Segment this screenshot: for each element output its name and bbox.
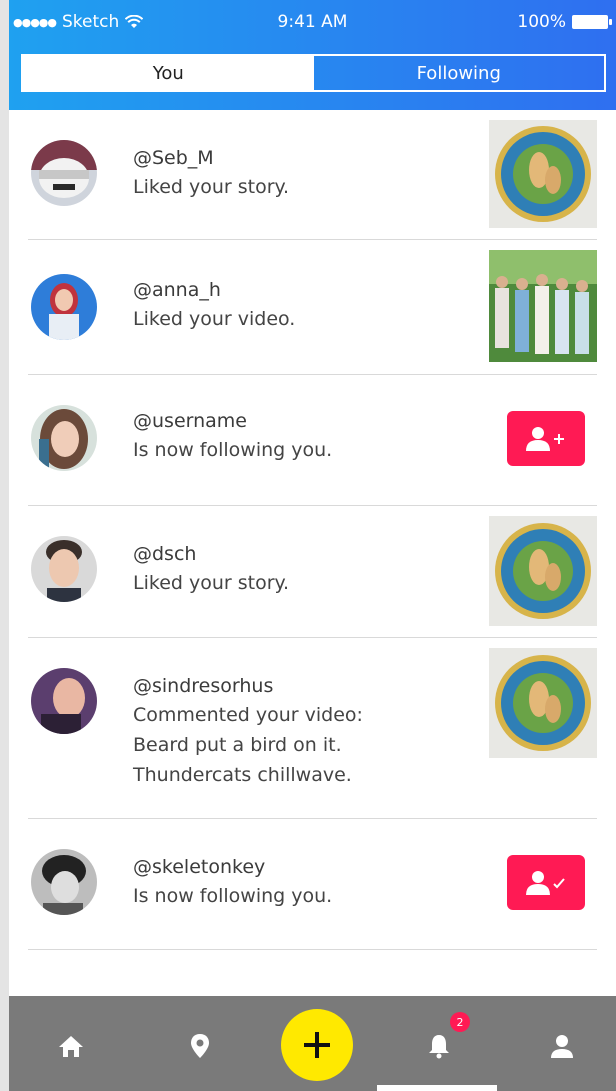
- add-icon: [304, 1032, 330, 1058]
- home-icon: [59, 1036, 83, 1057]
- username[interactable]: @username: [133, 407, 332, 435]
- story-thumbnail[interactable]: [489, 120, 597, 228]
- bottom-tab-bar: 2: [9, 996, 616, 1091]
- location-pin-icon: [191, 1034, 209, 1058]
- location-tab[interactable]: [180, 1026, 220, 1066]
- list-item[interactable]: @username Is now following you.: [28, 375, 597, 506]
- username[interactable]: @Seb_M: [133, 144, 289, 172]
- avatar[interactable]: [31, 405, 97, 471]
- header: ●●●●● Sketch 9:41 AM 100% You Following: [9, 0, 616, 110]
- app-screen: ●●●●● Sketch 9:41 AM 100% You Following: [9, 0, 616, 1091]
- add-user-icon: [526, 426, 564, 451]
- battery-percent: 100%: [517, 12, 566, 32]
- avatar[interactable]: [31, 668, 97, 734]
- username[interactable]: @skeletonkey: [133, 853, 332, 881]
- username[interactable]: @anna_h: [133, 276, 295, 304]
- tab-you[interactable]: You: [23, 56, 314, 90]
- video-thumbnail[interactable]: [489, 648, 597, 758]
- video-thumbnail[interactable]: [489, 250, 597, 362]
- notification-text: @username Is now following you.: [133, 407, 332, 465]
- user-check-icon: [526, 870, 565, 895]
- notification-message: Is now following you.: [133, 439, 333, 461]
- list-item[interactable]: @anna_h Liked your video.: [28, 240, 597, 375]
- notification-text: @anna_h Liked your video.: [133, 276, 295, 334]
- following-button[interactable]: [507, 855, 585, 910]
- feed-toggle: You Following: [21, 54, 606, 92]
- avatar[interactable]: [31, 536, 97, 602]
- status-bar: ●●●●● Sketch 9:41 AM 100%: [9, 0, 616, 46]
- tab-following[interactable]: Following: [314, 56, 605, 90]
- profile-icon: [551, 1035, 573, 1058]
- active-tab-indicator: [377, 1085, 497, 1091]
- username[interactable]: @sindresorhus: [133, 672, 363, 700]
- list-item[interactable]: @skeletonkey Is now following you.: [28, 819, 597, 950]
- notification-text: @sindresorhus Commented your video: Bear…: [133, 672, 363, 790]
- notification-text: @dsch Liked your story.: [133, 540, 289, 598]
- notification-text: @skeletonkey Is now following you.: [133, 853, 332, 911]
- notification-list: @Seb_M Liked your story. @anna_h Liked y…: [9, 110, 616, 950]
- avatar[interactable]: [31, 849, 97, 915]
- battery-icon: [572, 15, 612, 29]
- home-tab[interactable]: [51, 1026, 91, 1066]
- notification-count-badge: 2: [450, 1012, 470, 1032]
- avatar[interactable]: [31, 140, 97, 206]
- follow-back-button[interactable]: [507, 411, 585, 466]
- username[interactable]: @dsch: [133, 540, 289, 568]
- notification-message: Liked your story.: [133, 176, 290, 198]
- notifications-tab[interactable]: [419, 1026, 459, 1066]
- notification-text: @Seb_M Liked your story.: [133, 144, 289, 202]
- add-button[interactable]: [281, 1009, 353, 1081]
- notification-message: Commented your video:: [133, 704, 363, 726]
- bell-icon: [429, 1035, 449, 1059]
- list-item[interactable]: @sindresorhus Commented your video: Bear…: [28, 638, 597, 819]
- notification-message: Liked your video.: [133, 308, 296, 330]
- profile-tab[interactable]: [542, 1026, 582, 1066]
- comment-line: Thundercats chillwave.: [133, 764, 352, 786]
- comment-line: Beard put a bird on it.: [133, 734, 342, 756]
- avatar[interactable]: [31, 274, 97, 340]
- story-thumbnail[interactable]: [489, 516, 597, 626]
- list-item[interactable]: @dsch Liked your story.: [28, 506, 597, 638]
- notification-message: Liked your story.: [133, 572, 290, 594]
- battery-group: 100%: [517, 12, 612, 32]
- notification-message: Is now following you.: [133, 885, 333, 907]
- list-item[interactable]: @Seb_M Liked your story.: [28, 110, 597, 240]
